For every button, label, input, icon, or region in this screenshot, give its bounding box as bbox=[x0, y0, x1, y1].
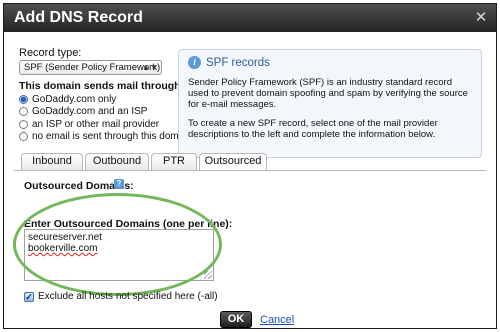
exclude-hosts-label: Exclude all hosts not specified here (-a… bbox=[38, 291, 218, 302]
radio-option-godaddy-only[interactable]: GoDaddy.com only bbox=[19, 93, 192, 106]
radio-label: an ISP or other mail provider bbox=[32, 118, 160, 130]
domain-line: secureserver.net bbox=[28, 232, 102, 243]
record-tabs: Inbound Outbound PTR Outsourced bbox=[21, 153, 269, 171]
tab-outsourced[interactable]: Outsourced bbox=[199, 153, 267, 171]
tab-ptr[interactable]: PTR bbox=[151, 153, 197, 170]
dialog-content: Record type: SPF (Sender Policy Framewor… bbox=[4, 32, 496, 328]
radio-option-isp-or-other[interactable]: an ISP or other mail provider bbox=[19, 118, 192, 131]
radio-button-godaddy-only[interactable] bbox=[19, 94, 28, 104]
radio-option-no-email[interactable]: no email is sent through this domain bbox=[19, 131, 192, 144]
exclude-hosts-option[interactable]: ✓ Exclude all hosts not specified here (… bbox=[24, 291, 218, 302]
info-title: SPF records bbox=[206, 56, 270, 69]
radio-label: no email is sent through this domain bbox=[32, 131, 193, 143]
outsourced-domains-textarea[interactable]: secureserver.net bookerville.com bbox=[24, 229, 214, 281]
mail-through-heading: This domain sends mail through... bbox=[19, 80, 190, 92]
exclude-hosts-checkbox[interactable]: ✓ bbox=[24, 291, 34, 302]
radio-option-godaddy-and-isp[interactable]: GoDaddy.com and an ISP bbox=[19, 106, 192, 119]
radio-button-isp-or-other[interactable] bbox=[19, 119, 28, 129]
radio-label: GoDaddy.com and an ISP bbox=[32, 106, 148, 118]
spf-info-box: i SPF records Sender Policy Framework (S… bbox=[178, 49, 482, 158]
ok-button[interactable]: OK bbox=[220, 311, 252, 328]
tab-outbound[interactable]: Outbound bbox=[85, 153, 149, 170]
radio-button-no-email[interactable] bbox=[19, 132, 28, 142]
tab-divider bbox=[14, 170, 486, 171]
cancel-link[interactable]: Cancel bbox=[260, 314, 294, 326]
info-icon: i bbox=[188, 56, 201, 69]
record-type-selected: SPF (Sender Policy Framework) bbox=[24, 62, 161, 73]
mail-provider-radio-group: GoDaddy.com only GoDaddy.com and an ISP … bbox=[19, 93, 192, 143]
close-icon[interactable]: ✕ bbox=[472, 9, 490, 27]
tab-inbound[interactable]: Inbound bbox=[21, 153, 83, 170]
radio-label: GoDaddy.com only bbox=[32, 93, 117, 105]
record-type-label: Record type: bbox=[19, 47, 82, 59]
info-paragraph-1: Sender Policy Framework (SPF) is an indu… bbox=[188, 77, 468, 110]
dialog-titlebar: Add DNS Record ✕ bbox=[4, 4, 496, 32]
resize-grip-icon[interactable] bbox=[204, 271, 212, 279]
domain-line: bookerville.com bbox=[28, 243, 98, 254]
dialog-title: Add DNS Record bbox=[14, 9, 143, 26]
record-type-select[interactable]: SPF (Sender Policy Framework) ▲▼ bbox=[19, 60, 162, 75]
info-title-row: i SPF records bbox=[188, 56, 472, 69]
info-paragraph-2: To create a new SPF record, select one o… bbox=[188, 118, 438, 140]
radio-button-godaddy-and-isp[interactable] bbox=[19, 107, 28, 117]
add-dns-record-dialog: Add DNS Record ✕ Record type: SPF (Sende… bbox=[3, 3, 497, 329]
select-arrows-icon: ▲▼ bbox=[142, 63, 158, 72]
help-icon[interactable]: ? bbox=[114, 179, 124, 189]
